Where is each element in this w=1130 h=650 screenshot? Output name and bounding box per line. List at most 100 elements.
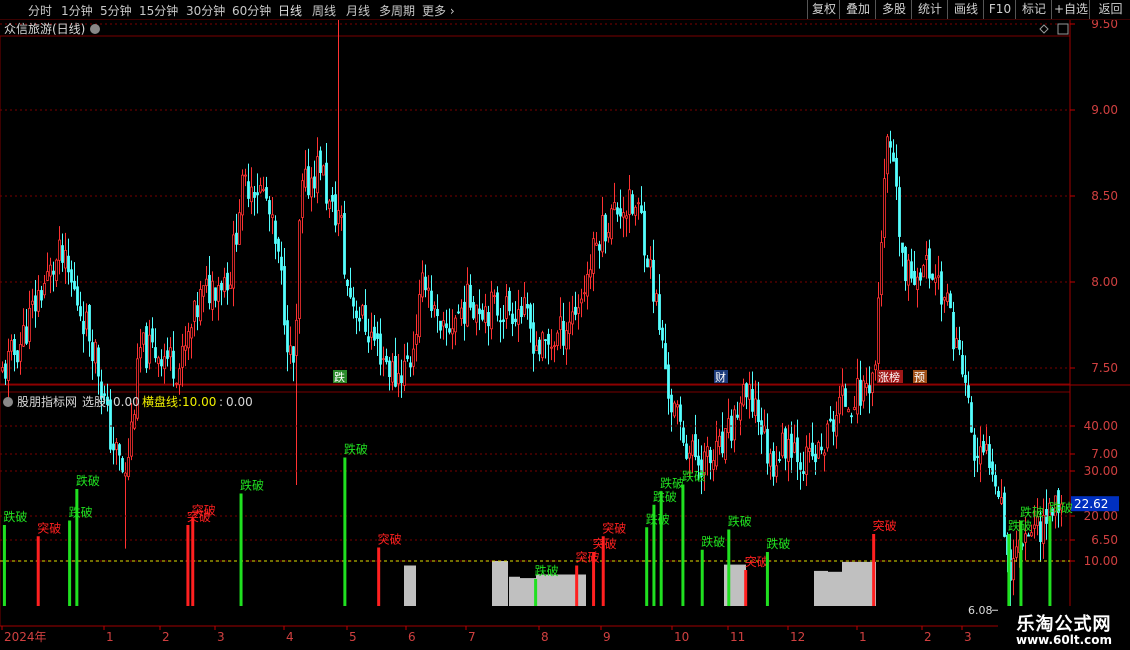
toolbar-button-1[interactable]: 叠加 (839, 0, 876, 19)
candle-body (1, 367, 4, 372)
time-axis-label: 4 (286, 630, 294, 644)
period-tab-5[interactable]: 60分钟 (232, 2, 271, 19)
period-tab-7[interactable]: 周线 (312, 2, 336, 19)
candle-body (829, 418, 832, 422)
period-tab-8[interactable]: 月线 (346, 2, 370, 19)
candle-body (469, 284, 472, 308)
candle-body (484, 306, 487, 323)
candle-body (760, 420, 763, 435)
candle-body (466, 283, 469, 327)
toolbar-button-6[interactable]: 标记 (1015, 0, 1052, 19)
toolbar-button-7[interactable]: +自选 (1051, 0, 1090, 19)
candle-body (547, 333, 550, 345)
toolbar-button-0[interactable]: 复权 (807, 0, 840, 19)
period-tab-4[interactable]: 30分钟 (186, 2, 225, 19)
breakdown-bar (534, 579, 538, 606)
candle-body (364, 305, 367, 332)
period-tab-3[interactable]: 15分钟 (139, 2, 178, 19)
candle-body (445, 323, 448, 329)
period-tab-10[interactable]: 更多 › (422, 2, 455, 19)
candle-body (196, 305, 199, 318)
period-tab-9[interactable]: 多周期 (379, 2, 415, 19)
candle-body (592, 238, 595, 274)
candle-body (91, 342, 94, 362)
breakdown-bar (2, 525, 6, 606)
candle-body (493, 295, 496, 298)
candle-body (319, 150, 322, 173)
candle-body (181, 345, 184, 368)
candle-body (235, 232, 238, 245)
toolbar-button-5[interactable]: F10 (983, 0, 1016, 19)
candle-body (421, 272, 424, 298)
candle-body (1039, 521, 1042, 542)
candle-body (817, 442, 820, 459)
candle-body (571, 311, 574, 325)
candle-body (808, 447, 811, 452)
candle-body (391, 361, 394, 383)
candle-body (718, 435, 721, 447)
period-tab-2[interactable]: 5分钟 (100, 2, 132, 19)
candle-body (706, 446, 709, 457)
candle-body (310, 177, 313, 198)
candle-body (655, 293, 658, 302)
candle-body (169, 347, 172, 358)
toolbar-button-4[interactable]: 画线 (947, 0, 984, 19)
candle-body (769, 453, 772, 467)
candle-body (250, 186, 253, 203)
candle-body (802, 471, 805, 474)
main-y-tick-label: 8.50 (1091, 189, 1118, 203)
breakout-up-label: 突破 (378, 532, 402, 547)
candle-body (937, 275, 940, 278)
candle-body (394, 356, 397, 387)
candle-body (286, 320, 289, 353)
candle-body (289, 345, 292, 355)
candle-body (691, 440, 694, 456)
toolbar-button-2[interactable]: 多股 (875, 0, 912, 19)
candle-body (292, 346, 295, 363)
breakdown-bar (239, 493, 243, 606)
period-tab-1[interactable]: 1分钟 (61, 2, 93, 19)
main-y-tick-label: 9.00 (1091, 103, 1118, 117)
candle-body (424, 276, 427, 291)
candle-body (67, 255, 70, 273)
main-y-tick-label: 9.50 (1091, 20, 1118, 31)
candle-body (673, 402, 676, 417)
candle-body (307, 166, 310, 196)
candle-body (277, 238, 280, 252)
breakdown-label: 跌破 (240, 478, 264, 493)
candle-body (346, 279, 349, 287)
candle-body (979, 446, 982, 465)
breakdown-label: 跌破 (653, 489, 677, 504)
candle-body (853, 407, 856, 410)
candle-body (745, 383, 748, 398)
breakdown-bar (1007, 534, 1011, 606)
period-tab-0[interactable]: 分时 (28, 2, 52, 19)
time-axis-label: 12 (790, 630, 805, 644)
candle-body (1012, 558, 1015, 581)
toolbar-button-8[interactable]: 返回 (1089, 0, 1130, 19)
candle-body (112, 443, 115, 451)
candle-body (334, 194, 337, 226)
candle-body (637, 202, 640, 205)
candle-body (565, 330, 568, 350)
candle-body (550, 346, 553, 349)
breakdown-bar (645, 527, 649, 606)
candle-body (748, 384, 751, 400)
breakdown-label: 跌破 (344, 442, 368, 457)
candle-body (58, 239, 61, 261)
candle-body (124, 472, 127, 477)
extra-value: 0.00 (226, 395, 253, 409)
candle-body (754, 398, 757, 417)
candle-body (850, 415, 853, 418)
period-tab-6[interactable]: 日线 (278, 2, 302, 19)
candle-body (970, 402, 973, 433)
candle-body (184, 345, 187, 351)
toolbar-button-3[interactable]: 统计 (911, 0, 948, 19)
breakout-up-label: 突破 (602, 520, 626, 535)
candle-body (658, 294, 661, 331)
time-axis-label: 1 (859, 630, 867, 644)
indicator-y-tick-label: 40.00 (1084, 419, 1118, 433)
candle-body (331, 195, 334, 202)
candle-body (625, 215, 628, 219)
candle-body (784, 428, 787, 459)
